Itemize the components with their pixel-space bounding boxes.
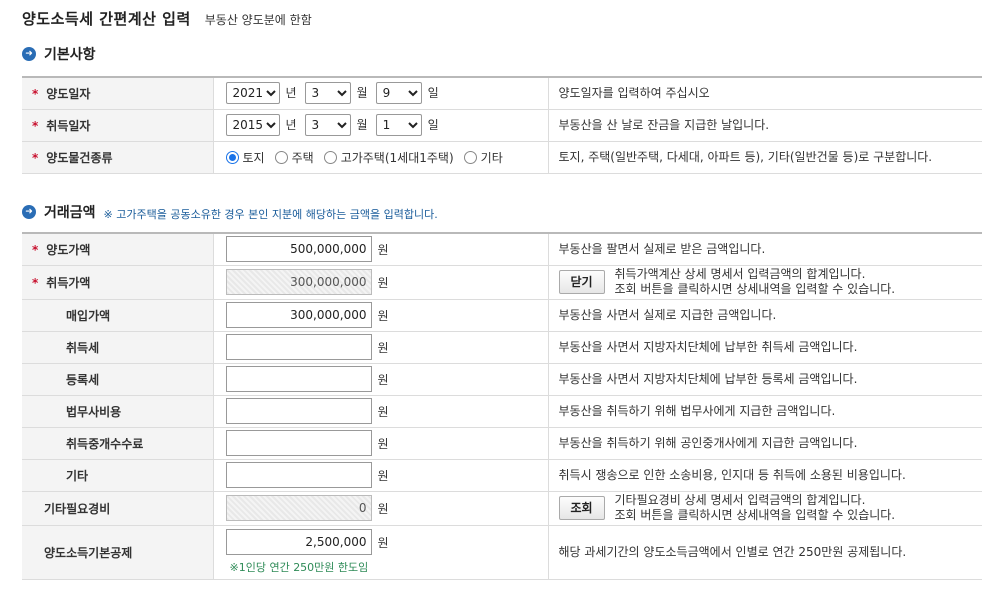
legal-fee-desc: 부동산을 취득하기 위해 법무사에게 지급한 금액입니다. — [548, 395, 982, 428]
label-acquire-date: * 취득일자 — [22, 109, 214, 142]
basic-deduction-desc: 해당 과세기간의 양도소득금액에서 인별로 연간 250만원 공제됩니다. — [548, 525, 982, 580]
label-other-expense: 기타필요경비 — [22, 491, 214, 526]
other-expense-input — [225, 495, 372, 521]
row-acquire-price: *취득가액 원 닫기 취득가액계산 상세 명세서 입력금액의 합계입니다.조회 … — [22, 265, 982, 300]
property-type-desc: 토지, 주택(일반주택, 다세대, 아파트 등), 기타(일반건물 등)로 구분… — [548, 141, 982, 174]
acquire-day-select[interactable]: 1 — [375, 114, 422, 136]
lookup-button[interactable]: 조회 — [558, 496, 605, 520]
acquire-date-input: 2015 년 3 월 1 일 — [213, 109, 549, 142]
label-transfer-price: * 양도가액 — [22, 232, 214, 266]
deal-amount-table: *양도가액 원 부동산을 팔면서 실제로 받은 금액입니다. *취득가액 원 닫… — [22, 232, 982, 580]
acquire-price-input — [225, 269, 372, 295]
radio-other[interactable]: 기타 — [463, 149, 503, 166]
label-property-type: * 양도물건종류 — [22, 141, 214, 174]
page-header: 양도소득세 간편계산 입력 부동산 양도분에 한함 — [22, 8, 312, 30]
section-basic-title: 기본사항 — [44, 47, 96, 63]
label-acquire-price: * 취득가액 — [22, 265, 214, 300]
basic-info-table: * 양도일자 2021 년 3 월 9 일 양도일자를 입력하여 주십시오 * 취득일자 20… — [22, 76, 982, 174]
arrow-circle-icon: ➜ — [22, 205, 36, 219]
close-button[interactable]: 닫기 — [558, 270, 605, 294]
row-transfer-price: *양도가액 원 부동산을 팔면서 실제로 받은 금액입니다. — [22, 232, 982, 266]
legal-fee-input[interactable] — [225, 398, 372, 424]
other-cost-desc: 취득시 쟁송으로 인한 소송비용, 인지대 등 취득에 소용된 비용입니다. — [548, 459, 982, 492]
label-acquisition-tax: 취득세 — [22, 331, 214, 364]
row-acquire-date: * 취득일자 2015 년 3 월 1 일 부동산을 산 날로 잔금을 지급한 날입니다. — [22, 109, 982, 142]
radio-house[interactable]: 주택 — [274, 149, 314, 166]
acquire-date-desc: 부동산을 산 날로 잔금을 지급한 날입니다. — [548, 109, 982, 142]
brokerage-fee-input[interactable] — [225, 430, 372, 456]
transfer-price-desc: 부동산을 팔면서 실제로 받은 금액입니다. — [548, 232, 982, 266]
transfer-price-input[interactable] — [225, 236, 372, 263]
row-transfer-date: * 양도일자 2021 년 3 월 9 일 양도일자를 입력하여 주십시오 — [22, 76, 982, 110]
radio-land[interactable]: 토지 — [225, 149, 265, 166]
label-brokerage-fee: 취득중개수수료 — [22, 427, 214, 460]
label-basic-deduction: 양도소득기본공제 — [22, 525, 214, 580]
registration-tax-desc: 부동산을 사면서 지방자치단체에 납부한 등록세 금액입니다. — [548, 363, 982, 396]
radio-luxury-house[interactable]: 고가주택(1세대1주택) — [323, 149, 454, 166]
page-subtitle: 부동산 양도분에 한함 — [204, 13, 312, 27]
label-other-cost: 기타 — [22, 459, 214, 492]
section-basic-header: ➜ 기본사항 — [22, 44, 96, 64]
acquire-price-desc-2: 조회 버튼을 클릭하시면 상세내역을 입력할 수 있습니다. — [614, 282, 896, 296]
brokerage-fee-desc: 부동산을 취득하기 위해 공인중개사에게 지급한 금액입니다. — [548, 427, 982, 460]
transfer-day-select[interactable]: 9 — [375, 82, 422, 105]
transfer-date-input: 2021 년 3 월 9 일 — [213, 76, 549, 110]
row-other-cost: 기타 원 취득시 쟁송으로 인한 소송비용, 인지대 등 취득에 소용된 비용입… — [22, 459, 982, 492]
transfer-date-desc: 양도일자를 입력하여 주십시오 — [548, 76, 982, 110]
transfer-year-select[interactable]: 2021 — [225, 82, 280, 105]
section-deal-title: 거래금액 — [44, 205, 96, 221]
row-purchase-price: 매입가액 원 부동산을 사면서 실제로 지급한 금액입니다. — [22, 299, 982, 332]
arrow-circle-icon: ➜ — [22, 47, 36, 61]
acquisition-tax-desc: 부동산을 사면서 지방자치단체에 납부한 취득세 금액입니다. — [548, 331, 982, 364]
label-transfer-date: * 양도일자 — [22, 76, 214, 110]
purchase-price-desc: 부동산을 사면서 실제로 지급한 금액입니다. — [548, 299, 982, 332]
basic-deduction-input[interactable] — [225, 529, 372, 555]
other-expense-desc-2: 조회 버튼을 클릭하시면 상세내역을 입력할 수 있습니다. — [614, 508, 896, 522]
section-deal-note: ※ 고가주택을 공동소유한 경우 본인 지분에 해당하는 금액을 입력합니다. — [103, 208, 438, 221]
label-legal-fee: 법무사비용 — [22, 395, 214, 428]
row-brokerage-fee: 취득중개수수료 원 부동산을 취득하기 위해 공인중개사에게 지급한 금액입니다… — [22, 427, 982, 460]
acquire-year-select[interactable]: 2015 — [225, 114, 280, 136]
section-deal-header: ➜ 거래금액 ※ 고가주택을 공동소유한 경우 본인 지분에 해당하는 금액을 … — [22, 202, 438, 222]
property-type-radios: 토지 주택 고가주택(1세대1주택) 기타 — [213, 141, 549, 174]
transfer-month-select[interactable]: 3 — [304, 82, 351, 105]
acquire-month-select[interactable]: 3 — [304, 114, 351, 136]
page-title: 양도소득세 간편계산 입력 — [22, 10, 191, 28]
deduction-limit-hint: ※1인당 연간 250만원 한도임 — [229, 561, 369, 574]
label-registration-tax: 등록세 — [22, 363, 214, 396]
row-basic-deduction: 양도소득기본공제 원 ※1인당 연간 250만원 한도임 해당 과세기간의 양도… — [22, 525, 982, 580]
row-acquisition-tax: 취득세 원 부동산을 사면서 지방자치단체에 납부한 취득세 금액입니다. — [22, 331, 982, 364]
acquisition-tax-input[interactable] — [225, 334, 372, 360]
acquire-price-desc-1: 취득가액계산 상세 명세서 입력금액의 합계입니다. — [614, 267, 866, 281]
row-property-type: * 양도물건종류 토지 주택 고가주택(1세대1주택) 기타 토지, 주택(일반주… — [22, 141, 982, 174]
label-purchase-price: 매입가액 — [22, 299, 214, 332]
registration-tax-input[interactable] — [225, 366, 372, 392]
row-registration-tax: 등록세 원 부동산을 사면서 지방자치단체에 납부한 등록세 금액입니다. — [22, 363, 982, 396]
other-cost-input[interactable] — [225, 462, 372, 488]
other-expense-desc-1: 기타필요경비 상세 명세서 입력금액의 합계입니다. — [614, 493, 866, 507]
row-legal-fee: 법무사비용 원 부동산을 취득하기 위해 법무사에게 지급한 금액입니다. — [22, 395, 982, 428]
purchase-price-input[interactable] — [225, 302, 372, 328]
row-other-expense: 기타필요경비 원 조회 기타필요경비 상세 명세서 입력금액의 합계입니다.조회… — [22, 491, 982, 526]
